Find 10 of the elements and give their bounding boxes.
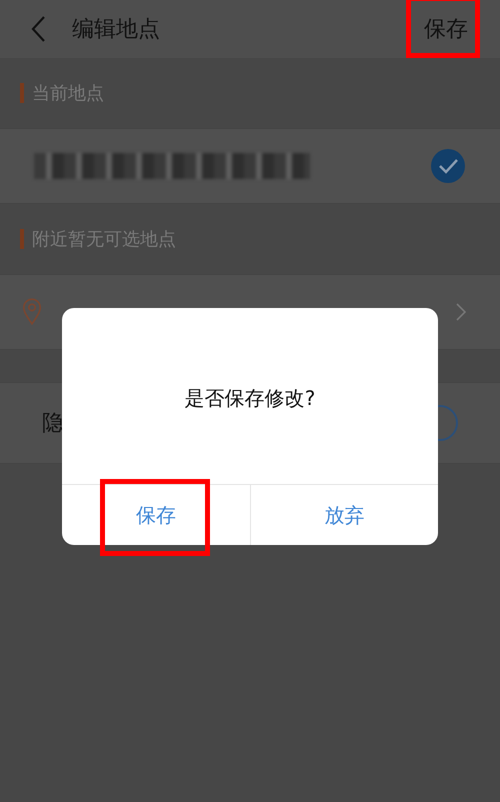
back-icon[interactable] xyxy=(30,15,46,43)
page-title: 编辑地点 xyxy=(72,16,161,44)
save-button[interactable]: 保存 xyxy=(422,10,470,48)
address-row[interactable] xyxy=(0,128,500,204)
chevron-right-icon xyxy=(456,303,466,321)
dialog-button[interactable]: 放弃 xyxy=(314,496,374,534)
dialog-button[interactable]: 保存 xyxy=(126,496,186,534)
location-pin-icon xyxy=(22,298,42,326)
dialog-message: 是否保存修改? xyxy=(184,384,316,412)
row-label: 隐 xyxy=(42,410,64,438)
